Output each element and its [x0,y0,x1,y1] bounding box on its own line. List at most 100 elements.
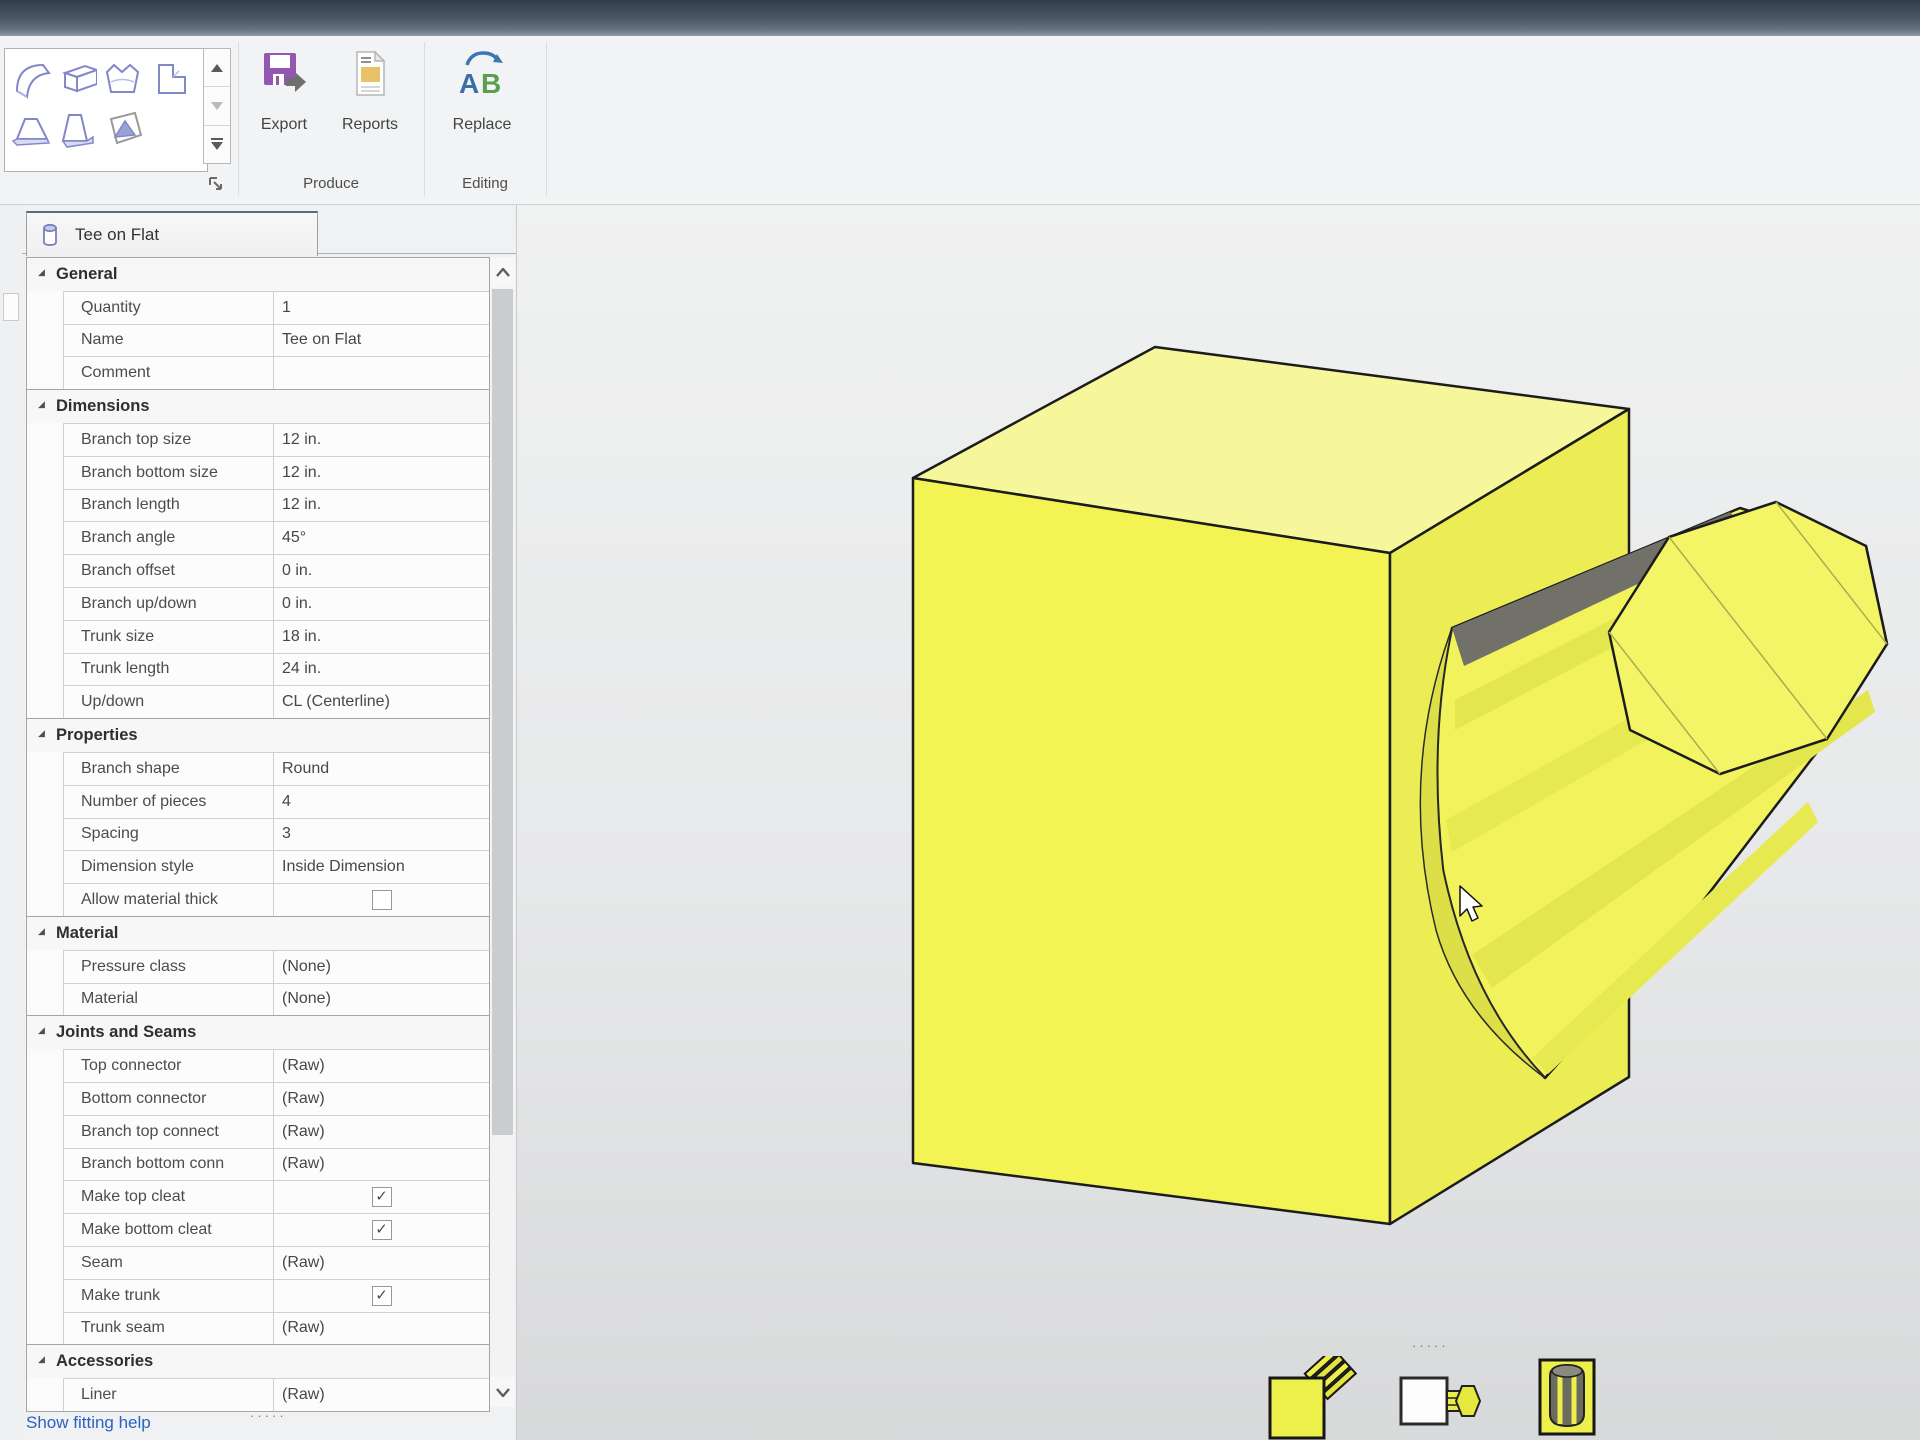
property-value[interactable]: (Raw) [274,1050,489,1082]
gallery-expand-icon[interactable] [204,126,230,163]
property-value[interactable]: (Raw) [274,1313,489,1345]
section-header-joints-and-seams[interactable]: ◢Joints and Seams [27,1015,489,1049]
property-label: Branch angle [64,522,274,554]
property-value[interactable]: 12 in. [274,424,489,456]
section-header-general[interactable]: ◢ General [27,258,489,291]
property-label: Dimension style [64,851,274,883]
scrollbar-thumb[interactable] [492,289,513,1135]
checkbox[interactable]: ✓ [372,1220,392,1240]
property-value[interactable]: 3 [274,819,489,851]
property-row: Branch length12 in. [63,489,489,522]
ribbon: Export Reports Produce [0,36,1920,205]
property-value[interactable]: Round [274,753,489,785]
reports-document-icon [350,46,390,102]
property-value[interactable]: 18 in. [274,621,489,653]
property-value[interactable]: 12 in. [274,457,489,489]
property-value[interactable]: Tee on Flat [274,325,489,357]
tab-tee-on-flat[interactable]: Tee on Flat [26,211,318,256]
property-row: Branch up/down0 in. [63,587,489,620]
gallery-scroll-down-icon[interactable] [204,87,230,125]
property-value[interactable]: (Raw) [274,1247,489,1279]
property-value[interactable]: 24 in. [274,654,489,686]
property-row: Make bottom cleat✓ [63,1213,489,1246]
property-value[interactable] [274,884,489,916]
section-title: General [56,265,117,284]
front-view-thumbnail[interactable] [1262,1356,1366,1440]
fitting-gallery[interactable] [4,48,208,172]
property-row: NameTee on Flat [63,324,489,357]
collapsed-panel-tab[interactable] [3,293,19,321]
property-value[interactable]: 1 [274,292,489,324]
scroll-down-icon[interactable] [490,1377,515,1407]
property-value[interactable]: (None) [274,984,489,1016]
section-header-accessories[interactable]: ◢Accessories [27,1344,489,1378]
property-label: Comment [64,357,274,389]
export-button[interactable]: Export [252,46,316,164]
side-view-thumbnail[interactable] [1536,1356,1600,1440]
gallery-square-elbow-icon[interactable] [145,53,191,103]
property-value[interactable]: 0 in. [274,588,489,620]
property-row: Comment [63,356,489,389]
left-edge-strip [0,205,23,1440]
property-label: Branch bottom conn [64,1149,274,1181]
svg-text:A: A [459,68,479,99]
property-value[interactable]: ✓ [274,1214,489,1246]
property-row: Pressure class(None) [63,950,489,983]
property-value[interactable]: (Raw) [274,1149,489,1181]
gallery-transition-icon[interactable] [7,103,53,153]
section-title: Properties [56,726,138,745]
property-value[interactable]: ✓ [274,1181,489,1213]
gallery-rectangular-duct-icon[interactable] [53,53,99,103]
property-label: Number of pieces [64,786,274,818]
gallery-tall-transition-icon[interactable] [53,103,99,153]
property-label: Make top cleat [64,1181,274,1213]
gallery-scroll-up-icon[interactable] [204,49,230,87]
property-value[interactable]: (Raw) [274,1116,489,1148]
property-value[interactable]: ✓ [274,1280,489,1312]
produce-group-label: Produce [238,175,424,192]
property-label: Top connector [64,1050,274,1082]
property-value[interactable]: CL (Centerline) [274,686,489,718]
dialog-launcher-icon[interactable] [208,176,226,194]
property-value[interactable] [274,357,489,389]
section-header-properties[interactable]: ◢ Properties [27,718,489,752]
property-label: Branch top size [64,424,274,456]
checkbox[interactable]: ✓ [372,1187,392,1207]
replace-button[interactable]: A B Replace [438,46,526,164]
property-value[interactable]: 45° [274,522,489,554]
gallery-ogee-icon[interactable] [99,53,145,103]
collapse-triangle-icon: ◢ [38,268,45,277]
top-view-thumbnail[interactable] [1398,1372,1486,1437]
section-header-material[interactable]: ◢Material [27,916,489,950]
checkbox[interactable] [372,890,392,910]
viewport-resize-grip[interactable]: ····· [1412,1338,1449,1353]
panel-resize-grip[interactable]: ····· [250,1408,287,1423]
property-value[interactable]: 12 in. [274,490,489,522]
gallery-radius-elbow-icon[interactable] [7,53,53,103]
show-fitting-help-link[interactable]: Show fitting help [26,1413,151,1433]
scroll-up-icon[interactable] [490,257,515,287]
property-value[interactable]: (Raw) [274,1379,489,1411]
ribbon-separator [238,42,239,196]
collapse-triangle-icon: ◢ [38,729,45,738]
property-row: Liner(Raw) [63,1378,489,1411]
reports-button[interactable]: Reports [332,46,408,164]
property-value[interactable]: Inside Dimension [274,851,489,883]
property-value[interactable]: (None) [274,951,489,983]
property-label: Branch bottom size [64,457,274,489]
property-row: Make trunk✓ [63,1279,489,1312]
property-label: Branch shape [64,753,274,785]
section-header-dimensions[interactable]: ◢Dimensions [27,389,489,423]
panel-scrollbar[interactable] [490,257,515,1407]
property-label: Branch top connect [64,1116,274,1148]
property-value[interactable]: 4 [274,786,489,818]
model-3d[interactable] [516,204,1920,1440]
fitting-cylinder-icon [39,222,61,248]
collapse-triangle-icon: ◢ [38,1026,45,1035]
property-row: Bottom connector(Raw) [63,1082,489,1115]
property-value[interactable]: 0 in. [274,555,489,587]
checkbox[interactable]: ✓ [372,1286,392,1306]
collapse-triangle-icon: ◢ [38,400,45,409]
property-value[interactable]: (Raw) [274,1083,489,1115]
gallery-square-to-round-icon[interactable] [99,103,145,153]
